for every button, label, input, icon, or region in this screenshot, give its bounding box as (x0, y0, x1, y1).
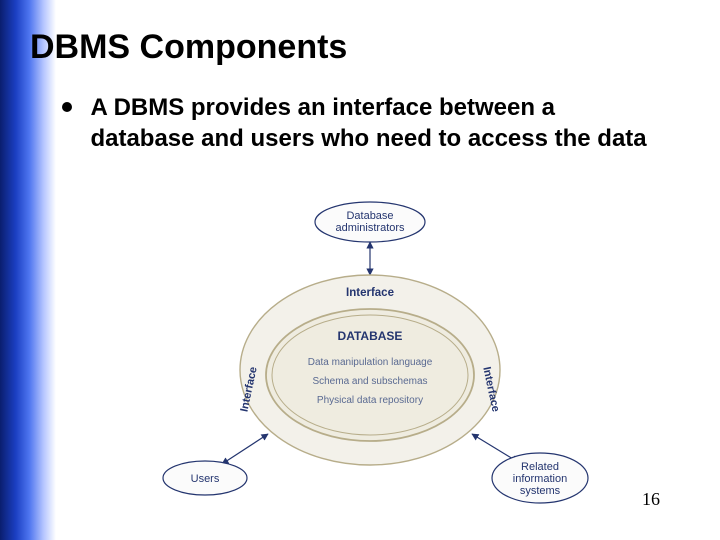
related-systems-label-1: Related (521, 461, 559, 473)
dbms-diagram: Database administrators Interface DATABA… (150, 200, 590, 510)
bullet-item: A DBMS provides an interface between a d… (62, 92, 690, 154)
interface-ring-label: Interface (346, 287, 394, 299)
related-systems-label-2: information (513, 473, 567, 485)
decorative-sidebar (0, 0, 56, 540)
bullet-dot-icon (62, 102, 72, 112)
page-title: DBMS Components (30, 28, 347, 67)
bullet-text: A DBMS provides an interface between a d… (90, 92, 650, 154)
db-admin-label-1: Database (346, 210, 393, 222)
db-admin-label-2: administrators (335, 222, 405, 234)
slide: DBMS Components A DBMS provides an inter… (0, 0, 720, 540)
page-number: 16 (642, 489, 660, 510)
users-label: Users (191, 473, 220, 485)
database-line3: Physical data repository (317, 395, 423, 406)
connector-bottom-left (222, 434, 268, 464)
database-title: DATABASE (338, 329, 403, 343)
database-line2: Schema and subschemas (312, 376, 427, 387)
related-systems-label-3: systems (520, 485, 561, 497)
database-line1: Data manipulation language (308, 357, 433, 368)
